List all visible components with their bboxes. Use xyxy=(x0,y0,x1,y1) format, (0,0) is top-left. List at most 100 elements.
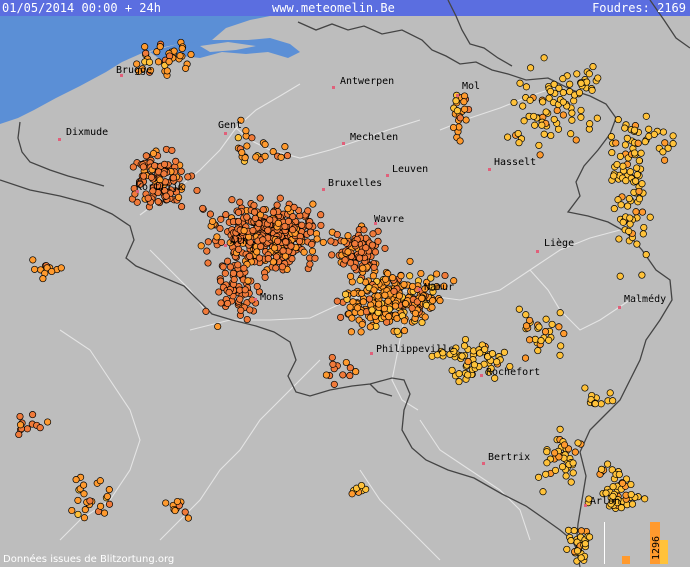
strike-dot xyxy=(204,259,212,267)
strike-dot xyxy=(390,287,398,295)
strike-dot xyxy=(567,537,575,545)
strike-dot xyxy=(144,194,152,202)
strike-dot xyxy=(560,441,569,449)
strike-dot xyxy=(570,527,578,535)
strike-dot xyxy=(639,230,647,238)
strike-dot xyxy=(57,264,65,272)
site-url-label: www.meteomelin.Be xyxy=(272,1,395,15)
city-marker xyxy=(536,250,539,253)
city-marker xyxy=(322,188,325,191)
strike-dot xyxy=(72,476,80,484)
city-label: Liège xyxy=(544,237,574,249)
strike-dot xyxy=(80,481,88,489)
strike-dot xyxy=(322,371,330,379)
strike-dot xyxy=(365,295,374,303)
city-label: Kortrijk xyxy=(136,182,184,193)
strike-dot xyxy=(535,473,543,481)
strike-dot xyxy=(418,294,426,302)
strike-dot xyxy=(568,109,576,117)
strike-dot xyxy=(230,275,238,284)
strike-dot xyxy=(313,235,321,243)
strike-dot xyxy=(573,547,582,555)
strike-dot xyxy=(607,133,615,141)
strike-dot xyxy=(253,282,261,290)
strike-dot xyxy=(384,297,392,305)
strike-dot xyxy=(160,170,168,178)
strike-dot xyxy=(337,313,345,321)
strike-dot xyxy=(261,152,269,160)
strike-dot xyxy=(574,439,582,447)
city-marker xyxy=(342,142,345,145)
strike-dot xyxy=(642,112,650,120)
strike-dot xyxy=(368,241,376,249)
city-label: Arlon xyxy=(590,496,620,507)
strike-dot xyxy=(421,313,429,321)
strike-dot xyxy=(577,79,585,87)
strike-dot xyxy=(449,123,458,132)
strike-dot xyxy=(560,330,568,338)
strike-dot xyxy=(553,106,561,115)
strike-dot xyxy=(357,328,365,336)
strike-dot xyxy=(272,264,280,272)
strike-dot xyxy=(261,140,269,149)
city-marker xyxy=(58,138,61,141)
strike-dot xyxy=(246,252,254,260)
strike-dot xyxy=(264,226,272,234)
strike-dot xyxy=(274,219,282,227)
strike-dot xyxy=(234,208,243,216)
strike-dot xyxy=(29,256,37,264)
strike-dot xyxy=(240,227,248,235)
strike-dot xyxy=(357,481,366,490)
strike-dot xyxy=(215,288,223,296)
strike-dot xyxy=(306,260,314,268)
strike-dot xyxy=(236,295,244,303)
strike-dot xyxy=(236,270,244,278)
strike-dot xyxy=(591,400,599,408)
strike-dot xyxy=(559,75,567,83)
strike-dot xyxy=(380,305,388,313)
strike-dot xyxy=(516,79,524,87)
strike-dot xyxy=(563,545,571,553)
strike-dot xyxy=(165,58,173,66)
strike-dot xyxy=(168,146,176,154)
strike-dot xyxy=(251,214,259,222)
strike-dot xyxy=(327,237,335,245)
strike-dot xyxy=(572,136,580,144)
strike-dot xyxy=(615,235,623,243)
strike-dot xyxy=(169,174,178,182)
strike-dot xyxy=(256,194,264,202)
strike-dot xyxy=(229,269,237,277)
strike-dot xyxy=(456,137,464,145)
strike-dot xyxy=(669,132,677,140)
city-label: Malmédy xyxy=(624,293,666,305)
strike-dot xyxy=(184,514,192,522)
strike-dot xyxy=(638,208,647,216)
strike-dot xyxy=(15,430,23,439)
strike-dot xyxy=(461,335,470,344)
city-label: Namur xyxy=(424,282,454,293)
strike-dot xyxy=(129,163,137,171)
strike-dot xyxy=(556,351,564,359)
strike-dot xyxy=(557,342,565,350)
strike-dot xyxy=(351,240,359,248)
strike-dot xyxy=(542,315,550,323)
city-marker xyxy=(254,298,257,301)
city-label: Ath xyxy=(230,236,248,247)
strike-dot xyxy=(546,87,555,95)
strike-dot xyxy=(551,449,559,457)
strike-dot xyxy=(209,217,217,225)
strike-dot xyxy=(74,496,82,504)
strike-dot xyxy=(274,237,282,245)
strike-dot xyxy=(577,554,585,562)
strike-dot xyxy=(622,177,630,185)
strike-dot xyxy=(317,221,325,229)
city-marker xyxy=(618,306,621,309)
city-label: Brugge xyxy=(116,65,152,76)
strike-dot xyxy=(341,290,350,298)
strike-dot xyxy=(659,148,667,156)
city-marker xyxy=(488,168,491,171)
strike-dot xyxy=(240,264,248,272)
strike-dot xyxy=(527,64,535,72)
strike-dot xyxy=(581,540,589,548)
strike-dot xyxy=(461,105,469,113)
